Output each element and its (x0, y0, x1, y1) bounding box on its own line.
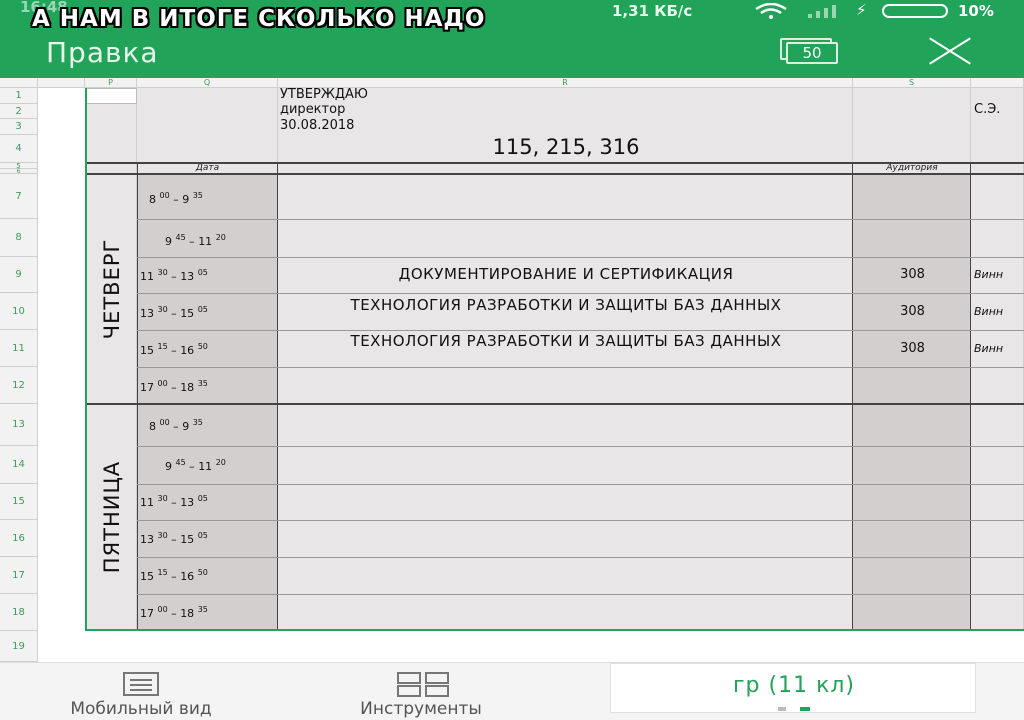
time-slot: 9 45 – 11 20 (165, 233, 226, 248)
time-slot: 13 30 – 15 05 (140, 305, 208, 320)
time-slot: 15 15 – 16 50 (140, 342, 208, 357)
signature-label: С.Э. (974, 102, 1001, 117)
wifi-icon (755, 3, 787, 19)
position-label: директор (280, 102, 346, 117)
column-header-o[interactable] (38, 78, 85, 88)
border-line (137, 162, 138, 630)
subject-cell[interactable]: ТЕХНОЛОГИЯ РАЗРАБОТКИ И ЗАЩИТЫ БАЗ ДАННЫ… (280, 334, 852, 349)
room-cell[interactable]: 308 (855, 341, 970, 356)
date-label: 30.08.2018 (280, 118, 355, 133)
time-slot: 17 00 – 18 35 (140, 379, 208, 394)
tools-label: Инструменты (360, 699, 482, 719)
day-name: ЧЕТВЕРГ (100, 238, 124, 340)
column-header-s[interactable]: S (853, 78, 971, 88)
signal-icon (808, 5, 836, 18)
border-line (85, 403, 1024, 405)
mobile-view-label: Мобильный вид (70, 699, 212, 719)
groups-title: 115, 215, 316 (492, 135, 640, 159)
column-header-q[interactable]: Q (137, 78, 278, 88)
row-separator (137, 446, 1024, 447)
row-separator (137, 293, 1024, 294)
subject-cell[interactable]: ТЕХНОЛОГИЯ РАЗРАБОТКИ И ЗАЩИТЫ БАЗ ДАННЫ… (280, 298, 852, 313)
mobile-view-icon (123, 672, 159, 696)
row-header[interactable]: 12 (0, 367, 38, 404)
charging-icon: ⚡ (856, 1, 867, 19)
time-slot: 17 00 – 18 35 (140, 605, 208, 620)
sheet-tab-label: гр (11 кл) (732, 673, 856, 698)
row-header[interactable]: 2 (0, 104, 38, 119)
time-slot: 13 30 – 15 05 (140, 531, 208, 546)
tools-button[interactable]: Инструменты (300, 663, 542, 720)
spreadsheet-app: 16:48 А НАМ В ИТОГЕ СКОЛЬКО НАДО 1,31 КБ… (0, 0, 1024, 720)
cell-range-s[interactable] (853, 174, 971, 630)
row-header[interactable]: 8 (0, 219, 38, 257)
teacher-cell[interactable]: Винн (974, 305, 1003, 318)
row-header[interactable]: 3 (0, 119, 38, 135)
room-cell[interactable]: 308 (855, 304, 970, 319)
approve-label: УТВЕРЖДАЮ (280, 87, 368, 102)
sheets-count-button[interactable]: 50 (780, 38, 838, 64)
time-slot: 8 00 – 9 35 (149, 191, 203, 206)
time-slot: 8 00 – 9 35 (149, 418, 203, 433)
row-header[interactable]: 10 (0, 293, 38, 330)
status-network-speed: 1,31 КБ/с (612, 2, 693, 20)
column-header-t[interactable] (971, 78, 1024, 88)
row-separator (137, 484, 1024, 485)
cell-range-r[interactable] (278, 88, 853, 630)
close-icon[interactable] (924, 36, 972, 66)
app-toolbar: 16:48 А НАМ В ИТОГЕ СКОЛЬКО НАДО 1,31 КБ… (0, 0, 1024, 78)
row-header[interactable]: 4 (0, 135, 38, 163)
row-header[interactable]: 11 (0, 330, 38, 367)
page-indicator (778, 707, 810, 711)
row-separator (137, 367, 1024, 368)
row-separator (137, 257, 1024, 258)
border-line (85, 162, 1024, 164)
border-line (970, 162, 971, 630)
row-header[interactable]: 15 (0, 484, 38, 520)
selection-border (85, 88, 87, 631)
time-slot: 9 45 – 11 20 (165, 458, 226, 473)
column-header-p[interactable]: P (85, 78, 137, 88)
corner-cell[interactable] (0, 78, 38, 88)
day-name: ПЯТНИЦА (100, 460, 124, 574)
time-slot: 11 30 – 13 05 (140, 268, 208, 283)
teacher-cell[interactable]: Винн (974, 342, 1003, 355)
row-header[interactable]: 14 (0, 446, 38, 484)
sheets-count: 50 (786, 42, 838, 64)
cell-range-t[interactable] (971, 88, 1024, 630)
page-title: Правка (46, 36, 159, 69)
row-header[interactable]: 18 (0, 594, 38, 631)
spreadsheet-grid[interactable]: P Q R S 1 2 3 4 5 6 7 8 9 10 11 12 13 14… (0, 78, 1024, 662)
date-column-header: Дата (195, 163, 220, 173)
row-separator (137, 520, 1024, 521)
row-separator (137, 557, 1024, 558)
row-header[interactable]: 7 (0, 174, 38, 219)
subject-cell[interactable]: ДОКУМЕНТИРОВАНИЕ И СЕРТИФИКАЦИЯ (280, 267, 852, 282)
row-separator (137, 594, 1024, 595)
mobile-view-button[interactable]: Мобильный вид (14, 663, 268, 720)
overlay-caption: А НАМ В ИТОГЕ СКОЛЬКО НАДО (32, 6, 486, 32)
border-line (85, 173, 1024, 175)
bottom-navigation: Мобильный вид Инструменты гр (11 кл) (0, 662, 1024, 720)
border-line (277, 162, 278, 630)
border-line (852, 162, 853, 630)
teacher-cell[interactable]: Винн (974, 268, 1003, 281)
time-slot: 11 30 – 13 05 (140, 494, 208, 509)
row-header[interactable]: 17 (0, 557, 38, 594)
room-column-header: Аудитория (886, 163, 938, 173)
active-cell[interactable] (86, 88, 137, 104)
selection-border (85, 629, 1024, 631)
time-slot: 15 15 – 16 50 (140, 568, 208, 583)
row-header[interactable]: 1 (0, 88, 38, 104)
row-separator (137, 219, 1024, 220)
room-cell[interactable]: 308 (855, 267, 970, 282)
tools-grid-icon (397, 672, 449, 697)
status-battery: 10% (958, 2, 994, 20)
row-header[interactable]: 13 (0, 404, 38, 446)
row-header[interactable]: 9 (0, 257, 38, 293)
row-separator (137, 330, 1024, 331)
battery-icon (882, 4, 948, 18)
row-header[interactable]: 19 (0, 631, 38, 662)
row-header[interactable]: 16 (0, 520, 38, 557)
